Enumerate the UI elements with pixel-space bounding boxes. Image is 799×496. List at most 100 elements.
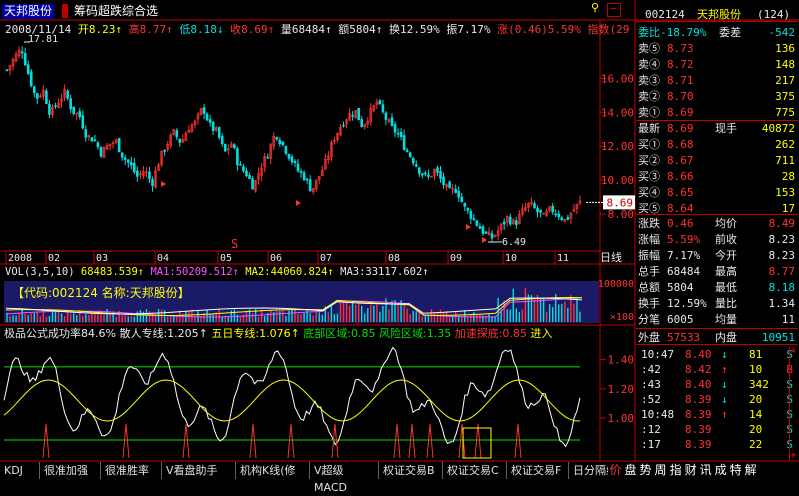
side-tab[interactable]: 指 bbox=[668, 463, 683, 477]
price-tick-label: 12.00 bbox=[601, 140, 634, 153]
accel-spike bbox=[122, 423, 130, 459]
tick-row: :12 8.39 20 S bbox=[637, 422, 797, 438]
candle-body bbox=[515, 220, 518, 225]
quote-diff-value: -542 bbox=[768, 26, 796, 39]
candle-body bbox=[539, 209, 542, 213]
tab-0[interactable]: KDJ bbox=[0, 462, 40, 479]
quote-separator bbox=[636, 328, 798, 329]
alarm-icon[interactable]: ⚲ bbox=[591, 2, 601, 14]
tab-5[interactable]: V超级MACD bbox=[310, 462, 379, 494]
candle-body bbox=[421, 173, 424, 176]
tab-4[interactable]: 机构K线(修 bbox=[236, 462, 310, 479]
stat-label: 量比 bbox=[715, 297, 737, 310]
stat-value: 8.49 bbox=[768, 217, 796, 230]
candle-body bbox=[217, 127, 221, 138]
side-tab[interactable]: 盘 bbox=[623, 463, 638, 477]
quote-ratio: 委比-18.79% bbox=[638, 26, 707, 39]
sell-price: 8.73 bbox=[667, 42, 694, 55]
candle-body bbox=[460, 196, 464, 203]
signal-arrow bbox=[466, 224, 471, 230]
stat-label: 均量 bbox=[715, 313, 737, 326]
scroll-down-icon[interactable]: ▼ bbox=[791, 452, 796, 460]
side-tab[interactable]: 解 bbox=[743, 463, 758, 477]
buy-label: 买③ bbox=[638, 170, 660, 183]
bar-item: 低8.18↓ bbox=[172, 23, 224, 36]
tab-7[interactable]: 权证交易C bbox=[443, 462, 507, 479]
accel-spike bbox=[287, 423, 295, 459]
hand-label: 现手 bbox=[715, 122, 737, 135]
candle-body bbox=[99, 147, 103, 157]
tick-vol: 20 bbox=[749, 423, 763, 436]
side-tab[interactable]: 周 bbox=[653, 463, 668, 477]
window-icon[interactable] bbox=[607, 3, 621, 17]
candle-body bbox=[399, 131, 403, 137]
candle-body bbox=[211, 121, 215, 131]
stat-label: 涨跌 bbox=[638, 217, 660, 230]
candle-body bbox=[384, 112, 388, 120]
candle-body bbox=[299, 171, 303, 174]
bar-item: 高8.77↑ bbox=[121, 23, 173, 36]
candle-body bbox=[245, 170, 248, 177]
vol-info: 【代码:002124 名称:天邦股份】 bbox=[12, 286, 190, 300]
indicator-tab[interactable]: 筹码超跌综合选 bbox=[74, 4, 158, 19]
buy-price: 8.65 bbox=[667, 186, 694, 199]
candle-body bbox=[484, 231, 488, 234]
candle-body bbox=[284, 145, 288, 154]
scroll-up-icon[interactable]: ▲ bbox=[791, 346, 796, 354]
ind-item: 五日专线:1.076↑ bbox=[207, 327, 300, 340]
bar-item: 振7.17% bbox=[439, 23, 491, 36]
tick-scrollbar[interactable]: ▲ ▼ bbox=[789, 346, 799, 460]
candle-body bbox=[393, 124, 397, 133]
candle-body bbox=[454, 189, 457, 193]
candle-body bbox=[45, 90, 48, 104]
candle-body bbox=[457, 190, 461, 198]
stat-label: 前收 bbox=[715, 233, 737, 246]
tab-1[interactable]: 很准加强 bbox=[40, 462, 101, 479]
sell-vol: 148 bbox=[775, 58, 795, 71]
accel-spike bbox=[408, 423, 416, 459]
indicator-header: 极品公式成功率84.6% 散人专线:1.205↑ 五日专线:1.076↑ 底部区… bbox=[4, 327, 552, 341]
stat-value: 1.34 bbox=[768, 297, 796, 310]
tab-2[interactable]: 很准胜率 bbox=[101, 462, 162, 479]
stat-row: 涨幅 5.59% 前收 8.23 bbox=[637, 232, 797, 248]
side-tab[interactable]: 势 bbox=[638, 463, 653, 477]
vol-ma2: MA2:44060.824 bbox=[245, 266, 328, 278]
tab-8[interactable]: 权证交易F bbox=[507, 462, 569, 479]
time-axis-label: 08 bbox=[388, 253, 400, 264]
candle-body bbox=[305, 178, 309, 181]
candle-body bbox=[502, 221, 506, 225]
candle-body bbox=[390, 117, 394, 126]
quote-separator bbox=[636, 344, 798, 345]
stat-row: 涨跌 0.46 均价 8.49 bbox=[637, 216, 797, 232]
side-tab[interactable]: 特 bbox=[728, 463, 743, 477]
sell-vol: 375 bbox=[775, 90, 795, 103]
side-tab[interactable]: 成 bbox=[713, 463, 728, 477]
stat-value: 12.59% bbox=[667, 297, 707, 310]
candle-body bbox=[123, 157, 127, 160]
side-tab[interactable]: 讯 bbox=[698, 463, 713, 477]
tick-time: :17 bbox=[641, 438, 661, 451]
tick-price: 8.40 bbox=[685, 348, 712, 361]
time-axis-label: 03 bbox=[96, 253, 108, 264]
side-tab[interactable]: 财 bbox=[683, 463, 698, 477]
tab-6[interactable]: 权证交易B bbox=[379, 462, 443, 479]
stat-row: 振幅 7.17% 今开 8.23 bbox=[637, 248, 797, 264]
tab-3[interactable]: V看盘助手 bbox=[162, 462, 236, 479]
stat-value: 7.17% bbox=[667, 249, 701, 262]
candle-body bbox=[223, 143, 227, 152]
stock-name-label[interactable]: 天邦股份 bbox=[2, 4, 55, 19]
stat-label: 均价 bbox=[715, 217, 737, 230]
stat-value: 8.23 bbox=[768, 249, 796, 262]
candle-body bbox=[439, 171, 442, 179]
bar-item: 量68484↑ bbox=[274, 23, 332, 36]
signal-arrow bbox=[161, 181, 166, 187]
side-tab[interactable]: 价 bbox=[608, 463, 623, 477]
sell-row: 卖③ 8.71 217 bbox=[637, 73, 797, 89]
candle-body bbox=[424, 172, 427, 175]
vol-title: VOL(3,5,10) bbox=[5, 266, 75, 278]
sell-row: 卖④ 8.72 148 bbox=[637, 57, 797, 73]
candle-body bbox=[26, 64, 30, 74]
candle-body bbox=[442, 176, 445, 185]
candle-body bbox=[381, 104, 385, 113]
tick-dir: ↑ bbox=[721, 363, 728, 376]
